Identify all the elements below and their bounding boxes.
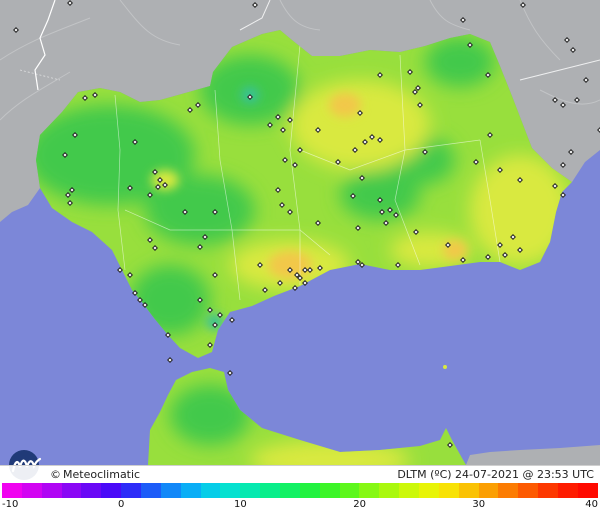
scale-color-swatch	[260, 483, 281, 498]
scale-color-swatch	[399, 483, 420, 498]
scale-color-swatch	[160, 483, 181, 498]
temperature-scale: -10 0 10 20 30 40	[0, 482, 600, 517]
scale-color-swatch	[558, 483, 578, 498]
scale-color-swatch	[299, 483, 320, 498]
scale-color-swatch	[220, 483, 241, 498]
scale-color-swatch	[577, 483, 598, 498]
scale-color-swatch	[180, 483, 201, 498]
scale-color-swatch	[81, 483, 102, 498]
info-bar: © Meteoclimatic DLTM (ºC) 24-07-2021 @ 23…	[0, 465, 600, 483]
scale-tick-label: 0	[118, 499, 125, 510]
scale-color-swatch	[419, 483, 439, 498]
scale-color-swatch	[518, 483, 539, 498]
scale-color-swatch	[478, 483, 499, 498]
scale-color-swatch	[280, 483, 300, 498]
copyright-symbol: ©	[50, 468, 61, 481]
map-frame: © Meteoclimatic DLTM (ºC) 24-07-2021 @ 23…	[0, 0, 600, 517]
brand-label: © Meteoclimatic	[50, 468, 140, 481]
map-caption: DLTM (ºC) 24-07-2021 @ 23:53 UTC	[397, 468, 594, 481]
scale-tick-label: 10	[234, 499, 247, 510]
scale-color-swatch	[438, 483, 459, 498]
scale-color-swatch	[21, 483, 42, 498]
scale-color-swatch	[359, 483, 380, 498]
scale-color-swatch	[379, 483, 400, 498]
scale-color-swatch	[498, 483, 519, 498]
scale-color-swatch	[101, 483, 122, 498]
scale-color-swatch	[2, 483, 22, 498]
scale-color-swatch	[240, 483, 261, 498]
scale-color-swatch	[339, 483, 360, 498]
scale-tick-label: 20	[353, 499, 366, 510]
scale-color-swatch	[458, 483, 479, 498]
scale-color-swatch	[319, 483, 340, 498]
brand-name: Meteoclimatic	[63, 468, 141, 481]
scale-color-swatch	[141, 483, 161, 498]
scale-tick-label: -10	[2, 499, 19, 510]
scale-color-swatch	[200, 483, 221, 498]
scale-color-swatch	[121, 483, 142, 498]
scale-color-swatch	[41, 483, 62, 498]
scale-tick-label: 40	[585, 499, 598, 510]
scale-color-swatch	[538, 483, 559, 498]
scale-gradient	[2, 483, 598, 498]
scale-color-swatch	[61, 483, 82, 498]
temperature-map	[0, 0, 600, 465]
scale-tick-label: 30	[472, 499, 486, 510]
